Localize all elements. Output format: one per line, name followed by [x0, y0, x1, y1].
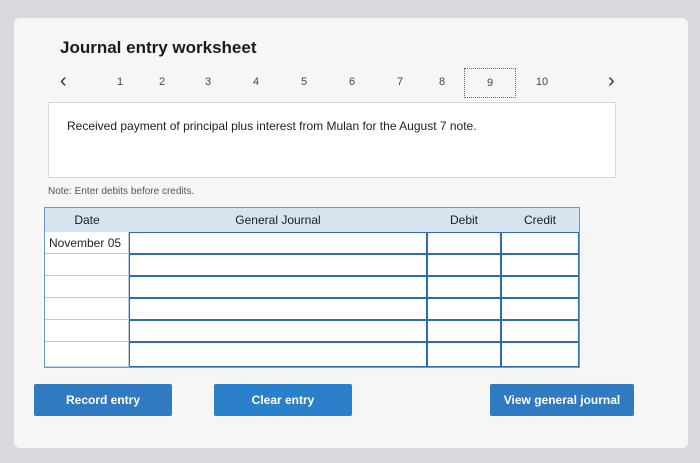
date-cell[interactable] — [45, 320, 129, 342]
header-date: Date — [45, 208, 129, 232]
date-cell[interactable] — [45, 342, 129, 367]
header-credit: Credit — [501, 208, 579, 232]
date-cell[interactable] — [45, 276, 129, 298]
journal-table: Date General Journal Debit Credit Novemb… — [44, 207, 580, 368]
journal-input[interactable] — [129, 276, 427, 298]
debit-input[interactable] — [427, 320, 501, 342]
view-general-journal-button[interactable]: View general journal — [490, 384, 634, 416]
page-2[interactable]: 2 — [152, 76, 172, 88]
pager: ‹ 1 2 3 4 5 6 7 8 9 10 › — [52, 66, 642, 100]
page-title: Journal entry worksheet — [60, 38, 257, 57]
record-entry-button[interactable]: Record entry — [34, 384, 172, 416]
journal-input[interactable] — [129, 342, 427, 367]
debit-input[interactable] — [427, 342, 501, 367]
page-6[interactable]: 6 — [342, 76, 362, 88]
chevron-left-icon[interactable]: ‹ — [60, 70, 67, 93]
transaction-description: Received payment of principal plus inter… — [48, 102, 616, 178]
debit-input[interactable] — [427, 298, 501, 320]
page-1[interactable]: 1 — [110, 76, 130, 88]
credit-input[interactable] — [501, 320, 579, 342]
journal-input[interactable] — [129, 232, 427, 254]
journal-input[interactable] — [129, 298, 427, 320]
journal-input[interactable] — [129, 254, 427, 276]
debit-input[interactable] — [427, 254, 501, 276]
date-cell: November 05 — [45, 232, 129, 254]
page-10[interactable]: 10 — [532, 76, 552, 88]
debit-input[interactable] — [427, 232, 501, 254]
page-8[interactable]: 8 — [432, 76, 452, 88]
note-text: Note: Enter debits before credits. — [48, 186, 195, 197]
page-3[interactable]: 3 — [198, 76, 218, 88]
date-cell[interactable] — [45, 254, 129, 276]
credit-input[interactable] — [501, 298, 579, 320]
credit-input[interactable] — [501, 276, 579, 298]
page-4[interactable]: 4 — [246, 76, 266, 88]
chevron-right-icon[interactable]: › — [608, 70, 615, 93]
clear-entry-button[interactable]: Clear entry — [214, 384, 352, 416]
header-debit: Debit — [427, 208, 501, 232]
page-5[interactable]: 5 — [294, 76, 314, 88]
date-cell[interactable] — [45, 298, 129, 320]
transaction-text: Received payment of principal plus inter… — [67, 119, 477, 133]
page-7[interactable]: 7 — [390, 76, 410, 88]
credit-input[interactable] — [501, 342, 579, 367]
debit-input[interactable] — [427, 276, 501, 298]
date-value: November 05 — [49, 236, 122, 250]
credit-input[interactable] — [501, 232, 579, 254]
header-general-journal: General Journal — [129, 208, 427, 232]
credit-input[interactable] — [501, 254, 579, 276]
journal-input[interactable] — [129, 320, 427, 342]
page-9[interactable]: 9 — [464, 68, 516, 98]
